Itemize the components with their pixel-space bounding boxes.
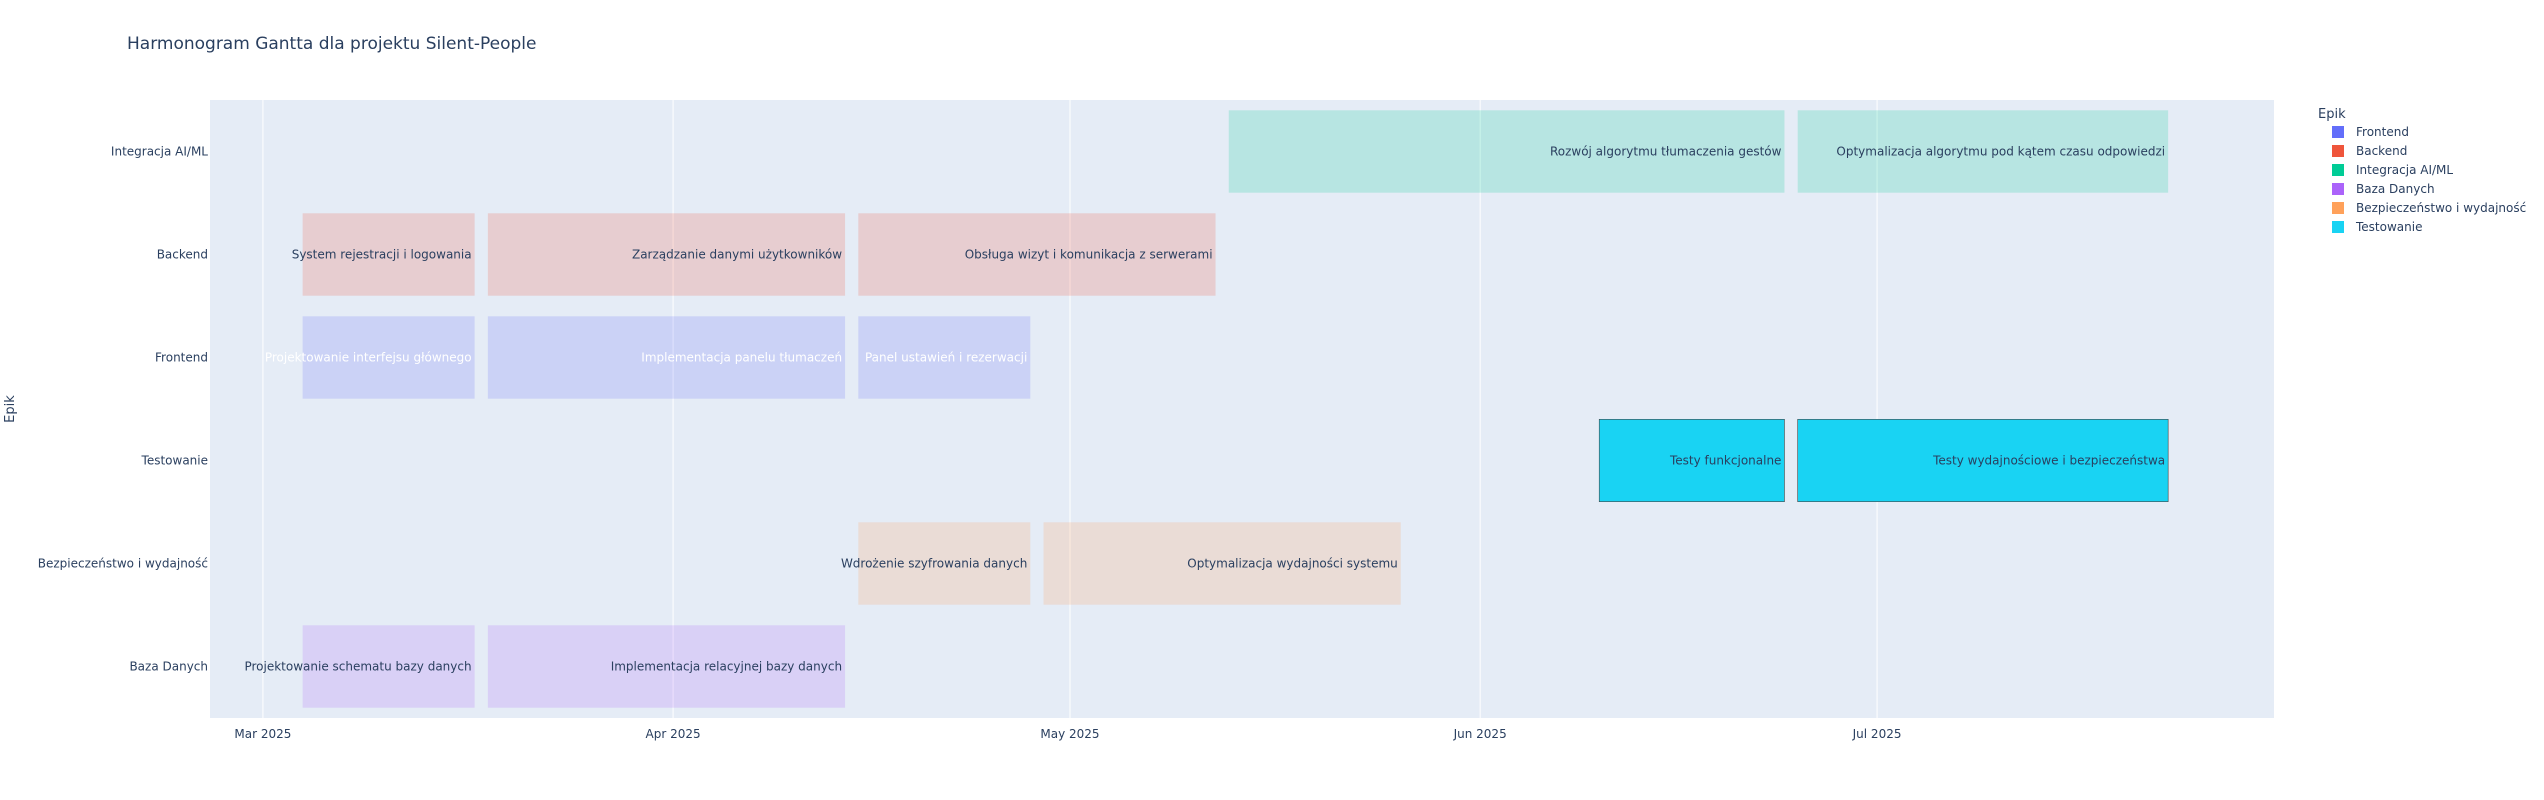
- x-tick-label: Jun 2025: [1453, 727, 1507, 741]
- y-tick-label: Bezpieczeństwo i wydajność: [38, 557, 208, 571]
- y-axis-ticks: Integracja AI/ML Backend Frontend Testowani…: [38, 145, 209, 674]
- y-tick-label: Testowanie: [141, 454, 208, 468]
- legend-item-label: Frontend: [2356, 125, 2409, 139]
- y-axis-title: Epik: [3, 395, 18, 423]
- x-tick-label: Jul 2025: [1852, 727, 1902, 741]
- task-label: Zarządzanie danymi użytkowników: [632, 248, 842, 262]
- legend-title: Epik: [2318, 107, 2346, 122]
- legend-item-label: Testowanie: [2355, 220, 2422, 234]
- legend-swatch: [2332, 126, 2344, 138]
- x-axis-ticks: Mar 2025 Apr 2025 May 2025 Jun 2025 Jul 2025: [234, 727, 1901, 741]
- x-tick-label: May 2025: [1040, 727, 1099, 741]
- y-tick-label: Backend: [157, 248, 208, 262]
- task-label: Implementacja panelu tłumaczeń: [641, 351, 842, 365]
- task-label: Projektowanie schematu bazy danych: [244, 660, 471, 674]
- task-label: Optymalizacja wydajności systemu: [1187, 557, 1398, 571]
- legend-item-label: Baza Danych: [2356, 182, 2435, 196]
- legend-swatch: [2332, 221, 2344, 233]
- task-label: Panel ustawień i rezerwacji: [865, 351, 1027, 365]
- legend-swatch: [2332, 164, 2344, 176]
- task-label: System rejestracji i logowania: [292, 248, 472, 262]
- task-label: Optymalizacja algorytmu pod kątem czasu …: [1836, 145, 2165, 159]
- y-tick-label: Frontend: [155, 351, 208, 365]
- legend-swatch: [2332, 202, 2344, 214]
- task-label: Rozwój algorytmu tłumaczenia gestów: [1550, 145, 1782, 159]
- x-tick-label: Apr 2025: [646, 727, 701, 741]
- legend[interactable]: Epik Frontend Backend Integracja AI/ML Baza…: [2318, 107, 2526, 234]
- y-tick-label: Baza Danych: [129, 660, 208, 674]
- task-label: Testy wydajnościowe i bezpieczeństwa: [1932, 454, 2165, 468]
- task-label: Obsługa wizyt i komunikacja z serwerami: [965, 248, 1213, 262]
- legend-swatch: [2332, 183, 2344, 195]
- chart-title: Harmonogram Gantta dla projektu Silent-P…: [127, 34, 536, 54]
- task-label: Projektowanie interfejsu głównego: [265, 351, 472, 365]
- y-tick-label: Integracja AI/ML: [111, 145, 208, 159]
- legend-swatch: [2332, 145, 2344, 157]
- legend-item-label: Integracja AI/ML: [2356, 163, 2453, 177]
- gantt-chart: Harmonogram Gantta dla projektu Silent-P…: [3, 34, 2526, 741]
- task-label: Testy funkcjonalne: [1669, 454, 1782, 468]
- x-tick-label: Mar 2025: [234, 727, 291, 741]
- legend-item-label: Backend: [2356, 144, 2407, 158]
- task-label: Wdrożenie szyfrowania danych: [841, 557, 1027, 571]
- task-label: Implementacja relacyjnej bazy danych: [611, 660, 842, 674]
- legend-item-label: Bezpieczeństwo i wydajność: [2356, 201, 2526, 215]
